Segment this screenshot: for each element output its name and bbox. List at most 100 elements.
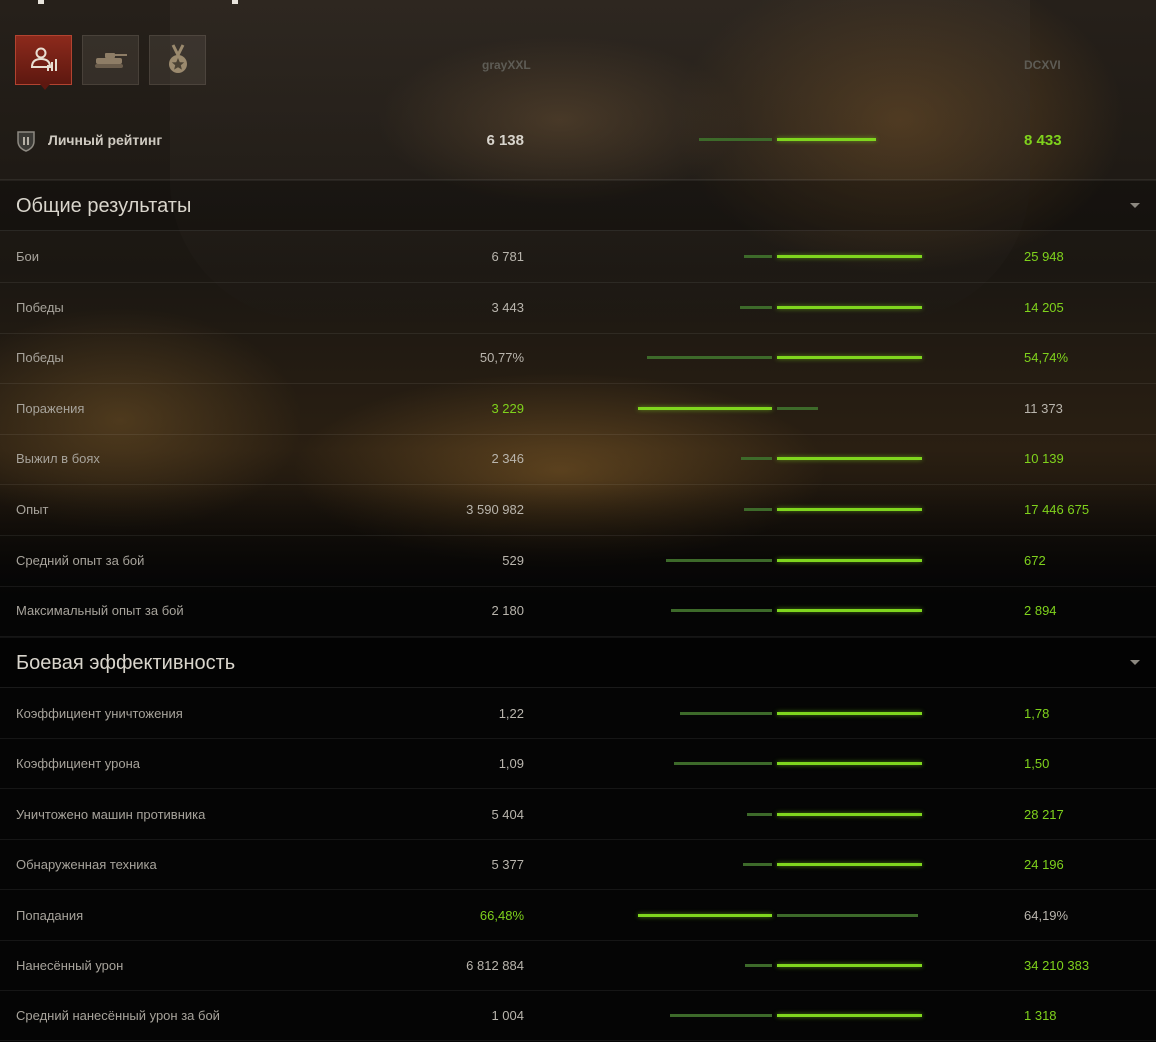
stat-label: Коэффициент урона [16,756,140,771]
stat-left-bar [744,255,772,258]
stat-left-bar [740,306,772,309]
stat-left-value: 66,48% [479,908,524,923]
stat-row: Опыт 3 590 982 17 446 675 [0,485,1156,536]
stat-left-bar [670,1014,772,1017]
tab-vehicles[interactable] [82,35,139,85]
stat-right-value: 25 948 [1024,249,1064,264]
medal-icon [168,44,187,73]
stat-right-bar [777,457,922,460]
stat-left-bar [674,762,772,765]
player-right-name[interactable]: DCXVI [1024,58,1061,72]
stat-left-value: 1,22 [498,706,524,721]
section-combat-efficiency[interactable]: Боевая эффективность [0,637,1156,688]
stat-row: Попадания 66,48% 64,19% [0,891,1156,941]
stat-left-bar [638,914,772,917]
stat-left-value: 6 781 [491,249,524,264]
stat-left-value: 5 404 [491,807,524,822]
stat-left-value: 6 812 884 [466,958,524,973]
stat-label: Бои [16,249,40,264]
stat-label: Победы [16,350,64,365]
section-general-results[interactable]: Общие результаты [0,180,1156,231]
stat-left-value: 529 [502,553,524,568]
stat-left-bar [741,457,772,460]
stat-left-value: 50,77% [479,350,524,365]
section-title: Боевая эффективность [16,652,236,674]
stat-left-bar [680,712,772,715]
stat-right-bar [777,762,922,765]
rating-right-bar [777,138,876,141]
top-strip [0,0,300,4]
stat-right-bar [777,1014,922,1017]
stat-right-bar [777,356,922,359]
stat-row: Уничтожено машин противника 5 404 28 217 [0,790,1156,840]
stat-label: Средний опыт за бой [16,553,145,568]
stat-right-bar [777,712,922,715]
stat-left-bar [745,964,772,967]
stat-right-value: 34 210 383 [1024,958,1090,973]
stat-right-bar [777,964,922,967]
stat-right-bar [777,813,922,816]
stat-right-value: 24 196 [1024,857,1064,872]
stat-label: Средний нанесённый урон за бой [16,1008,220,1023]
stat-left-bar [747,813,772,816]
stat-right-value: 14 205 [1024,300,1064,315]
chevron-down-icon[interactable] [1130,203,1140,208]
stat-label: Уничтожено машин противника [16,807,206,822]
stat-label: Попадания [16,908,84,923]
stat-left-value: 1,09 [498,756,524,771]
rating-shield-icon [17,131,35,152]
stat-left-bar [744,508,772,511]
stat-right-value: 11 373 [1024,401,1063,416]
stat-row: Коэффициент уничтожения 1,22 1,78 [0,689,1156,739]
stat-right-bar [777,914,918,917]
stat-right-bar [777,306,922,309]
rating-left-value: 6 138 [486,132,524,149]
stat-right-value: 10 139 [1024,451,1064,466]
stat-left-value: 2 180 [491,603,524,618]
stat-row: Максимальный опыт за бой 2 180 2 894 [0,586,1156,637]
stat-row: Средний опыт за бой 529 672 [0,536,1156,587]
stat-right-value: 17 446 675 [1024,502,1090,517]
stat-row: Средний нанесённый урон за бой 1 004 1 318 [0,991,1156,1041]
stat-left-value: 1 004 [491,1008,524,1023]
player-left-name[interactable]: grayXXL [482,58,531,72]
stat-right-bar [777,255,922,258]
stat-row: Обнаруженная техника 5 377 24 196 [0,840,1156,890]
stat-label: Коэффициент уничтожения [16,706,183,721]
stat-row: Коэффициент урона 1,09 1,50 [0,739,1156,789]
stat-label: Победы [16,300,64,315]
stat-right-bar [777,559,922,562]
stat-row: Поражения 3 229 11 373 [0,384,1156,435]
stat-left-value: 3 229 [491,401,524,416]
stat-right-bar [777,863,922,866]
stat-right-value: 672 [1024,553,1046,568]
section-title: Общие результаты [16,195,192,217]
stat-label: Нанесённый урон [16,958,124,973]
stat-right-value: 64,19% [1024,908,1069,923]
rating-right-value: 8 433 [1024,132,1062,149]
stat-label: Максимальный опыт за бой [16,603,184,618]
rating-label: Личный рейтинг [48,132,163,148]
stat-label: Выжил в боях [16,451,100,466]
stat-right-value: 54,74% [1024,350,1069,365]
stat-right-value: 28 217 [1024,807,1064,822]
player-stats-icon [30,47,57,71]
stat-row: Нанесённый урон 6 812 884 34 210 383 [0,941,1156,991]
stat-left-value: 3 443 [491,300,524,315]
stat-right-bar [777,609,922,612]
chevron-down-icon[interactable] [1130,660,1140,665]
stat-right-value: 1 318 [1024,1008,1057,1023]
stat-left-value: 3 590 982 [466,502,524,517]
stat-label: Обнаруженная техника [16,857,157,872]
tab-awards[interactable] [149,35,206,85]
stat-row: Бои 6 781 25 948 [0,232,1156,283]
stat-row: Победы 50,77% 54,74% [0,333,1156,384]
rating-left-bar [699,138,772,141]
stat-row: Выжил в боях 2 346 10 139 [0,434,1156,485]
rating-row: Личный рейтинг 6 138 8 433 [0,112,1156,180]
stat-left-bar [638,407,772,410]
stat-left-bar [647,356,772,359]
stat-label: Поражения [16,401,85,416]
tab-personal[interactable] [15,35,72,90]
stat-left-bar [666,559,772,562]
